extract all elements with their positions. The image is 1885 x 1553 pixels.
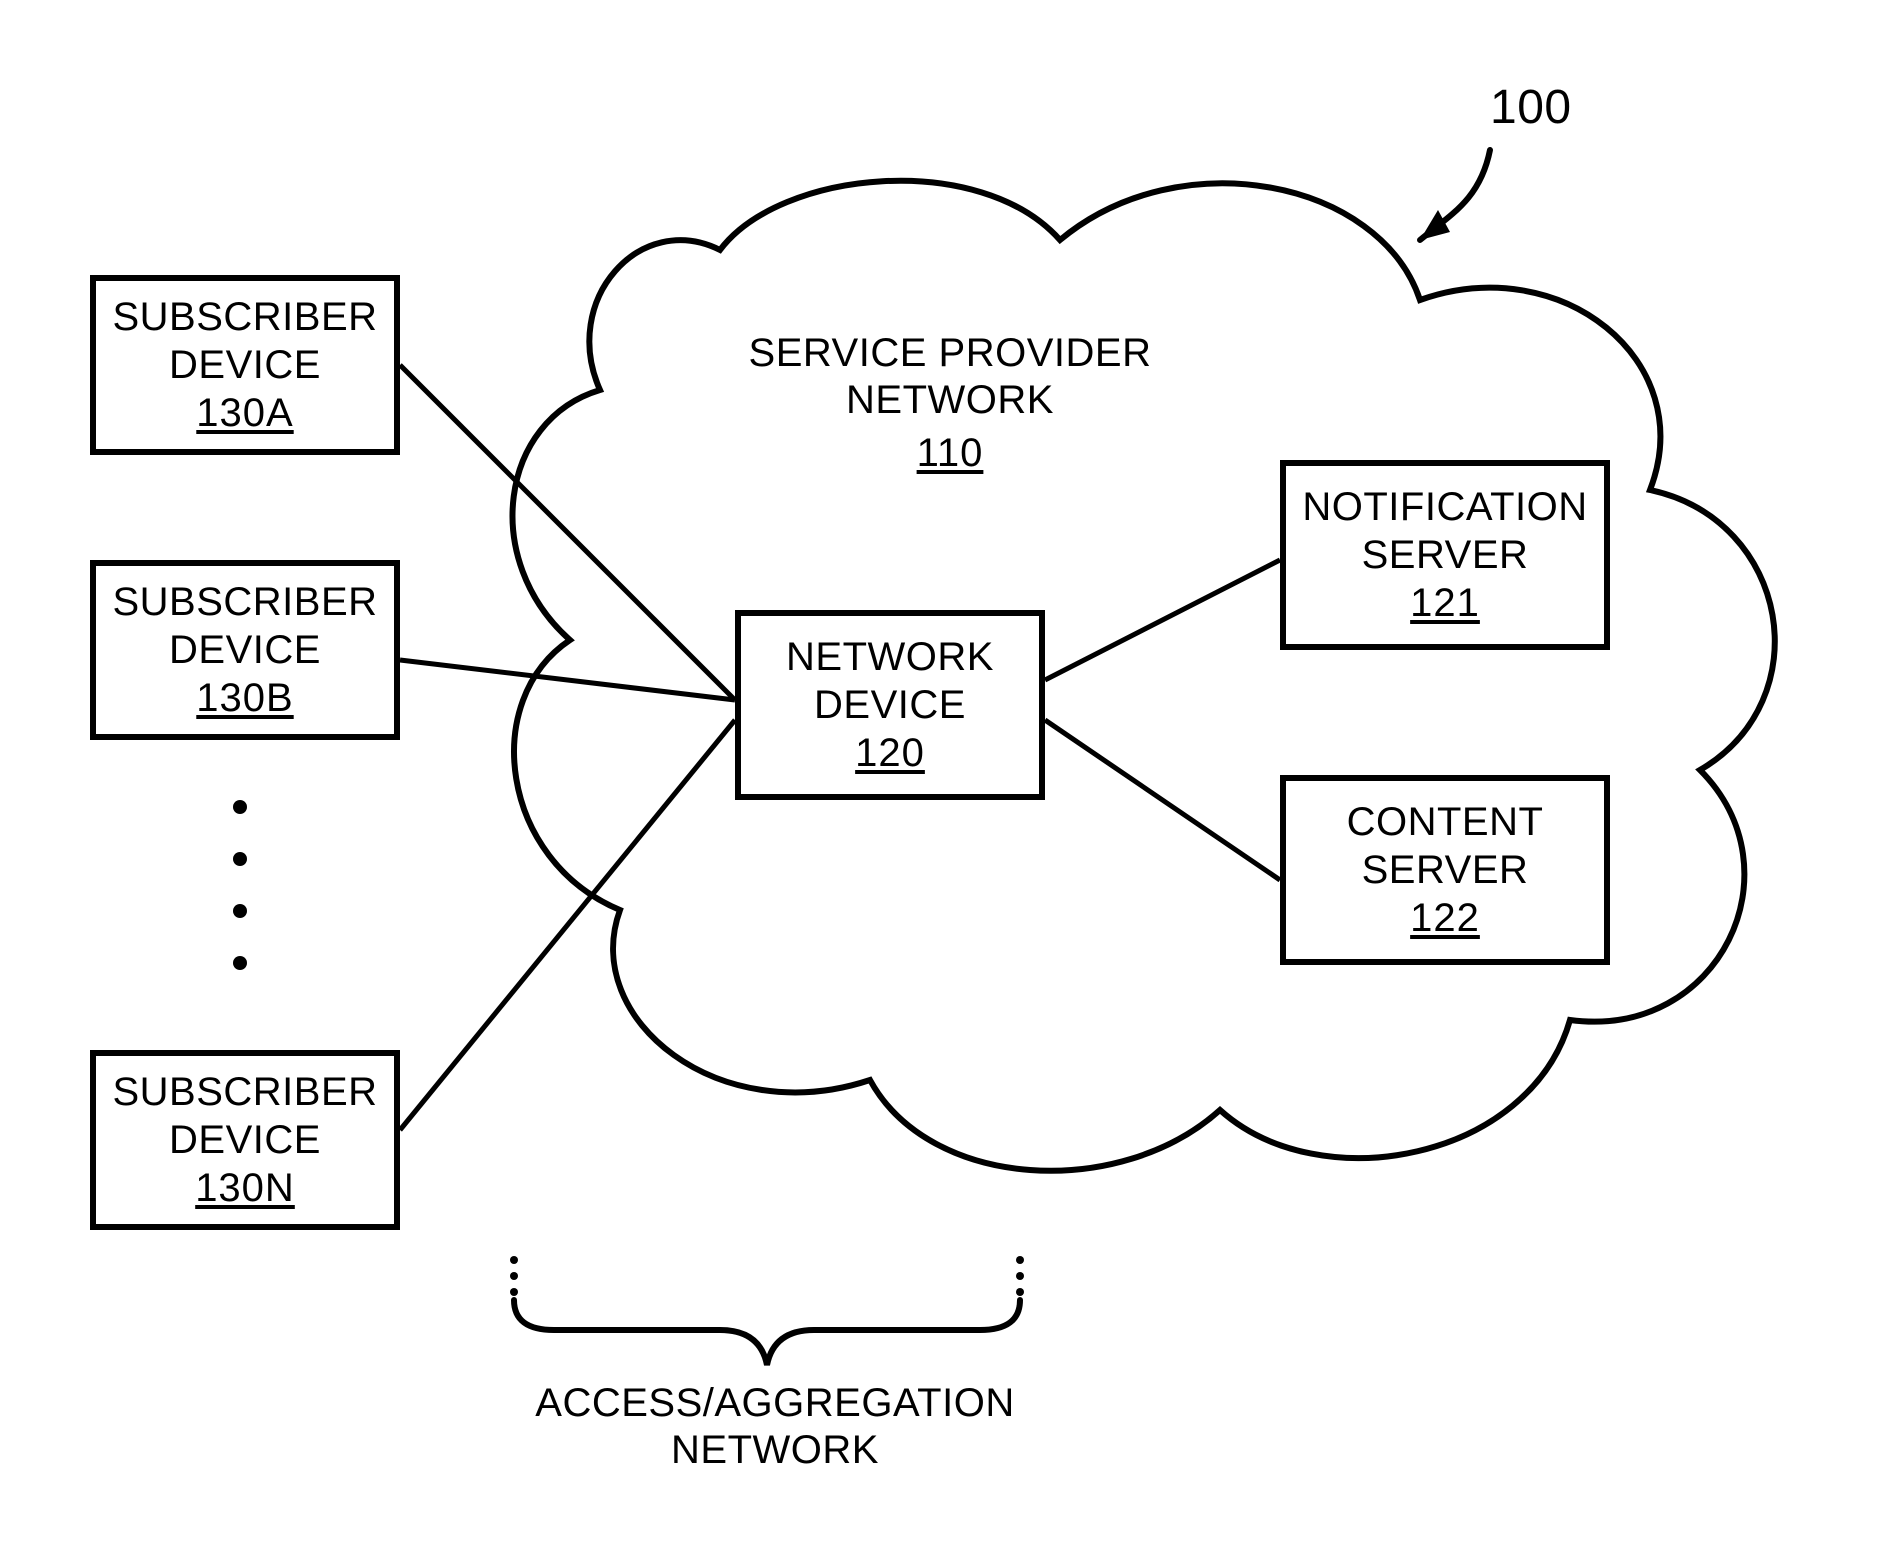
sub-a-line2: DEVICE	[169, 342, 321, 389]
sub-n-line2: DEVICE	[169, 1117, 321, 1164]
content-line2: SERVER	[1362, 847, 1529, 894]
figure-ref-arrowhead	[1420, 210, 1450, 240]
link-notification	[1045, 560, 1280, 680]
sub-a-ref: 130A	[196, 391, 293, 436]
cloud-title-line2: NETWORK	[700, 377, 1200, 424]
access-aggregation-label: ACCESS/AGGREGATION NETWORK	[500, 1380, 1050, 1474]
subscriber-device-b: SUBSCRIBER DEVICE 130B	[90, 560, 400, 740]
cloud-title-line1: SERVICE PROVIDER	[700, 330, 1200, 377]
dot-icon	[233, 956, 247, 970]
vertical-ellipsis	[233, 800, 247, 970]
sub-b-line1: SUBSCRIBER	[112, 579, 377, 626]
network-device-box: NETWORK DEVICE 120	[735, 610, 1045, 800]
sub-a-line1: SUBSCRIBER	[112, 294, 377, 341]
content-server-box: CONTENT SERVER 122	[1280, 775, 1610, 965]
link-sub-n	[400, 720, 735, 1130]
bracket-ticks-right	[1016, 1256, 1024, 1296]
figure-ref-label: 100	[1490, 80, 1572, 137]
network-device-line1: NETWORK	[786, 634, 994, 681]
access-agg-line1: ACCESS/AGGREGATION	[500, 1380, 1050, 1427]
cloud-title: SERVICE PROVIDER NETWORK 110	[700, 330, 1200, 478]
subscriber-device-a: SUBSCRIBER DEVICE 130A	[90, 275, 400, 455]
notification-line2: SERVER	[1362, 532, 1529, 579]
subscriber-device-n: SUBSCRIBER DEVICE 130N	[90, 1050, 400, 1230]
notification-line1: NOTIFICATION	[1302, 484, 1587, 531]
figure-ref-text: 100	[1490, 81, 1572, 134]
sub-b-line2: DEVICE	[169, 627, 321, 674]
notification-server-box: NOTIFICATION SERVER 121	[1280, 460, 1610, 650]
curly-bracket	[514, 1300, 1020, 1365]
network-device-ref: 120	[855, 731, 925, 776]
dot-icon	[233, 904, 247, 918]
network-device-line2: DEVICE	[814, 682, 966, 729]
bracket-ticks-left	[510, 1256, 518, 1296]
diagram-stage: 100 SERVICE PROVIDER NETWORK 110 SUBSCRI…	[0, 0, 1885, 1553]
notification-ref: 121	[1410, 581, 1480, 626]
sub-n-ref: 130N	[195, 1166, 295, 1211]
dot-icon	[233, 800, 247, 814]
content-ref: 122	[1410, 896, 1480, 941]
dot-icon	[233, 852, 247, 866]
link-content	[1045, 720, 1280, 880]
link-sub-a	[400, 365, 735, 700]
link-sub-b	[400, 660, 735, 700]
access-agg-line2: NETWORK	[500, 1427, 1050, 1474]
cloud-ref: 110	[917, 430, 984, 477]
content-line1: CONTENT	[1347, 799, 1544, 846]
sub-n-line1: SUBSCRIBER	[112, 1069, 377, 1116]
sub-b-ref: 130B	[196, 676, 293, 721]
